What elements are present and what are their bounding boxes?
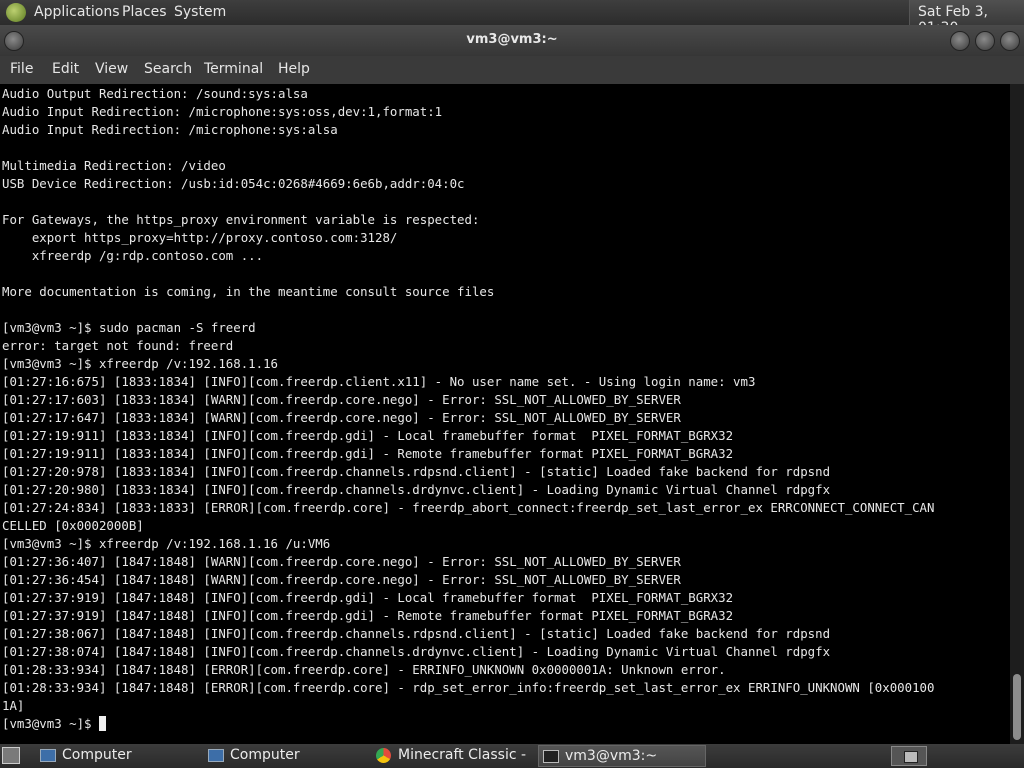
workspace-switcher[interactable] <box>891 746 927 766</box>
terminal-line: export https_proxy=http://proxy.contoso.… <box>2 230 398 245</box>
terminal-text[interactable]: Audio Output Redirection: /sound:sys:als… <box>0 84 1010 733</box>
maximize-button[interactable] <box>975 31 995 51</box>
terminal-line: [01:27:20:978] [1833:1834] [INFO][com.fr… <box>2 464 831 479</box>
terminal-line: error: target not found: freerd <box>2 338 234 353</box>
terminal-line: For Gateways, the https_proxy environmen… <box>2 212 480 227</box>
distro-logo-icon[interactable] <box>6 3 26 22</box>
terminal-line: [01:27:36:454] [1847:1848] [WARN][com.fr… <box>2 572 681 587</box>
window-title: vm3@vm3:~ <box>466 32 558 47</box>
taskbar-item-label: Minecraft Classic - ... <box>398 747 532 763</box>
terminal-line: Audio Input Redirection: /microphone:sys… <box>2 122 338 137</box>
terminal-line: [01:27:38:074] [1847:1848] [INFO][com.fr… <box>2 644 831 659</box>
terminal-line: Multimedia Redirection: /video <box>2 158 226 173</box>
terminal-line: CELLED [0x0002000B] <box>2 518 144 533</box>
places-menu[interactable]: Places <box>122 4 167 20</box>
terminal-line: [01:27:17:647] [1833:1834] [WARN][com.fr… <box>2 410 681 425</box>
menu-bar: File Edit View Search Terminal Help <box>0 56 1024 85</box>
terminal-line: [01:27:20:980] [1833:1834] [INFO][com.fr… <box>2 482 831 497</box>
terminal-line: [01:27:19:911] [1833:1834] [INFO][com.fr… <box>2 446 734 461</box>
show-desktop-icon[interactable] <box>2 747 20 764</box>
terminal-line: Audio Output Redirection: /sound:sys:als… <box>2 86 308 101</box>
terminal-cursor <box>98 716 106 731</box>
terminal-line: [01:27:16:675] [1833:1834] [INFO][com.fr… <box>2 374 756 389</box>
terminal-line: Audio Input Redirection: /microphone:sys… <box>2 104 443 119</box>
computer-icon <box>208 749 224 762</box>
top-panel: Applications Places System Sat Feb 3, 01… <box>0 0 1024 36</box>
terminal-line: [01:27:37:919] [1847:1848] [INFO][com.fr… <box>2 590 734 605</box>
taskbar-item-terminal[interactable]: vm3@vm3:~ <box>538 745 706 767</box>
taskbar-item-computer[interactable]: Computer <box>204 745 364 767</box>
terminal-line: USB Device Redirection: /usb:id:054c:026… <box>2 176 465 191</box>
taskbar: Computer Computer Minecraft Classic - ..… <box>0 744 1024 768</box>
terminal-line: 1A] <box>2 698 25 713</box>
menu-search[interactable]: Search <box>144 61 192 77</box>
menu-help[interactable]: Help <box>278 61 310 77</box>
terminal-line: [01:27:19:911] [1833:1834] [INFO][com.fr… <box>2 428 734 443</box>
taskbar-item-computer[interactable]: Computer <box>36 745 196 767</box>
workspace-1[interactable] <box>904 751 918 763</box>
menu-edit[interactable]: Edit <box>52 61 79 77</box>
menu-terminal[interactable]: Terminal <box>204 61 263 77</box>
clock[interactable]: Sat Feb 3, 01:30 <box>909 0 1024 36</box>
menu-view[interactable]: View <box>95 61 128 77</box>
menu-file[interactable]: File <box>10 61 33 77</box>
terminal-icon <box>543 750 559 763</box>
terminal-line: [01:28:33:934] [1847:1848] [ERROR][com.f… <box>2 662 726 677</box>
close-button[interactable] <box>1000 31 1020 51</box>
terminal-line: More documentation is coming, in the mea… <box>2 284 495 299</box>
terminal-line: [01:28:33:934] [1847:1848] [ERROR][com.f… <box>2 680 935 695</box>
taskbar-item-label: vm3@vm3:~ <box>565 748 658 764</box>
terminal-line: [vm3@vm3 ~]$ sudo pacman -S freerd <box>2 320 256 335</box>
minimize-button[interactable] <box>950 31 970 51</box>
terminal-line: xfreerdp /g:rdp.contoso.com ... <box>2 248 264 263</box>
terminal-line: [01:27:37:919] [1847:1848] [INFO][com.fr… <box>2 608 734 623</box>
scrollbar-thumb[interactable] <box>1013 674 1021 740</box>
chrome-icon <box>376 748 391 763</box>
applications-menu[interactable]: Applications <box>34 4 120 20</box>
system-menu[interactable]: System <box>174 4 226 20</box>
terminal-line: [01:27:36:407] [1847:1848] [WARN][com.fr… <box>2 554 681 569</box>
terminal-output[interactable]: Audio Output Redirection: /sound:sys:als… <box>0 84 1010 744</box>
taskbar-item-minecraft[interactable]: Minecraft Classic - ... <box>372 745 532 767</box>
terminal-line: [vm3@vm3 ~]$ xfreerdp /v:192.168.1.16 /u… <box>2 536 331 551</box>
taskbar-item-label: Computer <box>62 747 132 763</box>
terminal-line: [01:27:24:834] [1833:1833] [ERROR][com.f… <box>2 500 935 515</box>
terminal-line: [01:27:38:067] [1847:1848] [INFO][com.fr… <box>2 626 831 641</box>
terminal-scrollbar[interactable] <box>1010 84 1024 744</box>
window-title-bar[interactable]: vm3@vm3:~ <box>0 25 1024 56</box>
terminal-lines: Audio Output Redirection: /sound:sys:als… <box>2 86 934 713</box>
terminal-prompt: [vm3@vm3 ~]$ <box>2 716 99 731</box>
computer-icon <box>40 749 56 762</box>
terminal-line: [vm3@vm3 ~]$ xfreerdp /v:192.168.1.16 <box>2 356 279 371</box>
terminal-line: [01:27:17:603] [1833:1834] [WARN][com.fr… <box>2 392 681 407</box>
taskbar-item-label: Computer <box>230 747 300 763</box>
